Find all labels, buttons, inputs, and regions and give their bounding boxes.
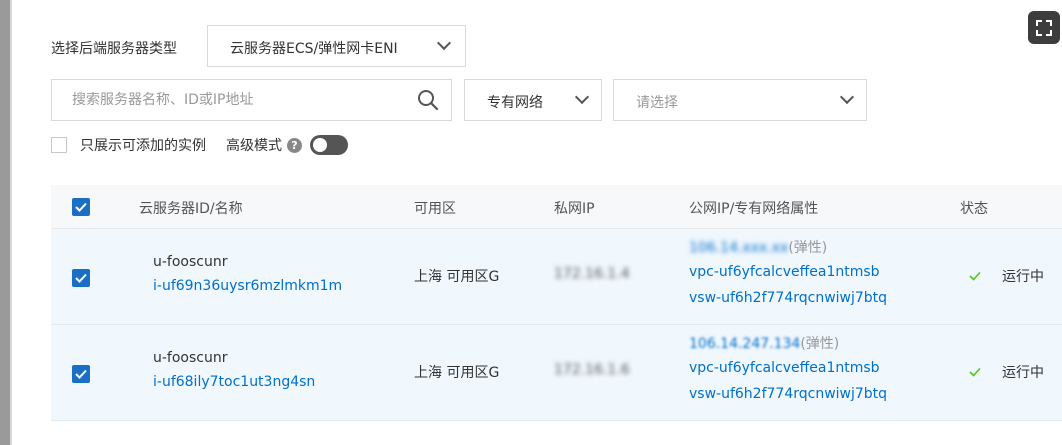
row-checkbox[interactable] (72, 365, 90, 383)
chevron-down-icon (436, 35, 452, 51)
zone-text: 上海 可用区G (414, 269, 500, 285)
check-icon (75, 273, 87, 283)
status-text: 运行中 (1002, 269, 1044, 285)
only-addable-checkbox[interactable] (51, 137, 67, 153)
fullscreen-button[interactable] (1028, 11, 1060, 44)
instance-id-link[interactable]: i-uf69n36uysr6mzlmkm1m (153, 278, 342, 294)
vpc-select[interactable]: 请选择 (613, 79, 867, 121)
vpc-link[interactable]: vpc-uf6yfcalcveffea1ntmsb (689, 264, 880, 280)
network-type-select[interactable]: 专有网络 (464, 79, 602, 121)
public-ip: 106.14.247.134(弹性) (689, 333, 839, 353)
search-icon[interactable] (417, 89, 439, 111)
instance-name: u-fooscunr (153, 350, 228, 366)
only-addable-label[interactable]: 只展示可添加的实例 (80, 135, 206, 155)
server-type-select[interactable]: 云服务器ECS/弹性网卡ENI (207, 25, 466, 67)
server-table: 云服务器ID/名称 可用区 私网IP 公网IP/专有网络属性 状态 u-foos… (51, 185, 1062, 421)
vsw-link[interactable]: vsw-uf6h2f774rqcnwiwj7btq (689, 386, 887, 402)
left-panel-edge (0, 0, 12, 445)
column-header-instance: 云服务器ID/名称 (139, 201, 243, 217)
vsw-link[interactable]: vsw-uf6h2f774rqcnwiwj7btq (689, 290, 887, 306)
help-icon[interactable]: ? (287, 137, 302, 153)
public-ip-value[interactable]: 106.14.xxx.xx (689, 240, 788, 256)
toggle-knob (313, 138, 327, 152)
private-ip: 172.16.1.4 (554, 266, 630, 282)
public-ip: 106.14.xxx.xx(弹性) (689, 237, 827, 257)
network-type-value: 专有网络 (487, 95, 543, 111)
options-row: 只展示可添加的实例 高级模式 ? (51, 134, 348, 156)
status-text: 运行中 (1002, 365, 1044, 381)
private-ip: 172.16.1.6 (554, 362, 630, 378)
vpc-link[interactable]: vpc-uf6yfcalcveffea1ntmsb (689, 360, 880, 376)
instance-id-link[interactable]: i-uf68ily7toc1ut3ng4sn (153, 374, 315, 390)
column-header-status: 状态 (960, 201, 988, 217)
table-header: 云服务器ID/名称 可用区 私网IP 公网IP/专有网络属性 状态 (51, 185, 1062, 229)
column-header-zone: 可用区 (414, 201, 456, 217)
row-checkbox[interactable] (72, 269, 90, 287)
vpc-placeholder: 请选择 (636, 95, 678, 111)
chevron-down-icon (574, 89, 590, 105)
advanced-mode-toggle[interactable] (310, 135, 348, 155)
column-header-private-ip: 私网IP (554, 201, 595, 217)
server-type-value: 云服务器ECS/弹性网卡ENI (230, 41, 398, 57)
select-all-checkbox[interactable] (72, 198, 90, 216)
check-icon (75, 369, 87, 379)
instance-name: u-fooscunr (153, 254, 228, 270)
public-ip-value[interactable]: 106.14.247.134 (689, 336, 800, 352)
column-header-public-ip: 公网IP/专有网络属性 (689, 201, 819, 217)
advanced-mode-label: 高级模式 (226, 138, 282, 154)
table-row[interactable]: u-fooscunr i-uf69n36uysr6mzlmkm1m 上海 可用区… (51, 229, 1062, 325)
server-type-label: 选择后端服务器类型 (51, 41, 177, 57)
table-row[interactable]: u-fooscunr i-uf68ily7toc1ut3ng4sn 上海 可用区… (51, 325, 1062, 421)
panel-divider (10, 0, 12, 445)
search-input[interactable] (72, 90, 402, 110)
public-ip-suffix: (弹性) (788, 240, 828, 256)
zone-text: 上海 可用区G (414, 365, 500, 381)
check-icon (75, 202, 87, 212)
check-icon (969, 367, 981, 377)
public-ip-suffix: (弹性) (800, 336, 840, 352)
search-field[interactable] (51, 79, 452, 121)
check-icon (969, 271, 981, 281)
chevron-down-icon (839, 89, 855, 105)
expand-icon (1036, 19, 1052, 36)
